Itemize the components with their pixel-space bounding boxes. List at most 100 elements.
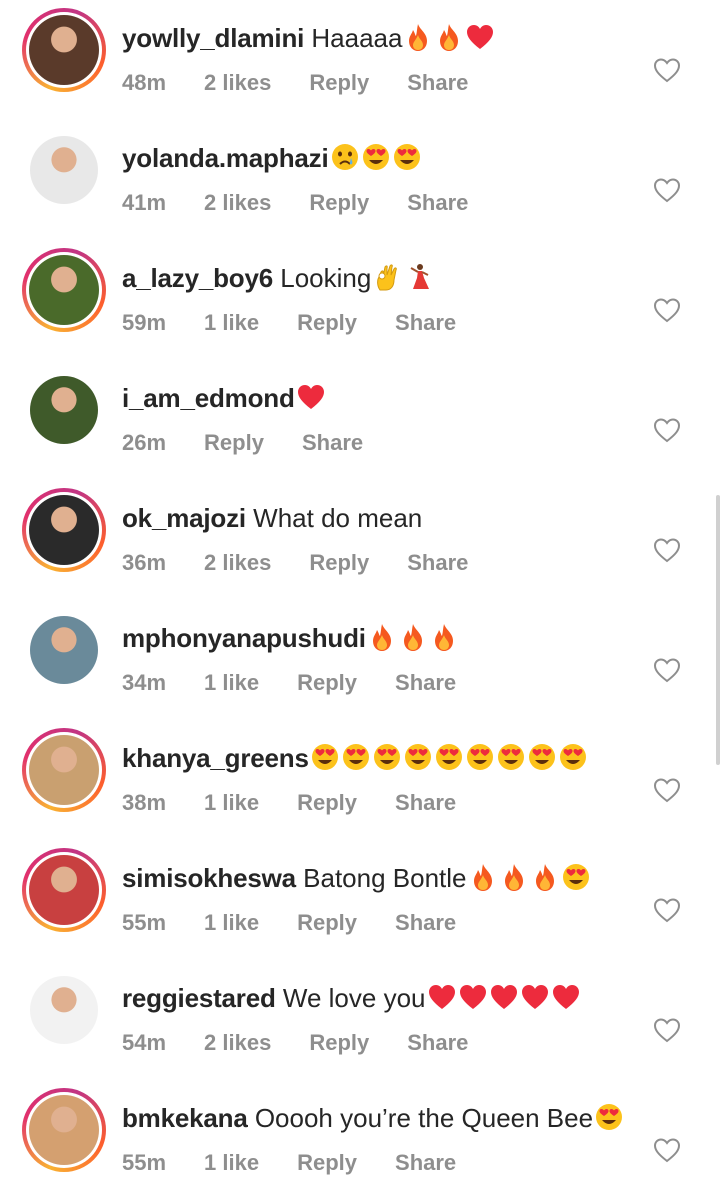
red-heart-emoji [459,985,486,1009]
likes-count[interactable]: 1 like [204,790,259,815]
comment-time: 26m [122,430,167,455]
comment-time: 36m [122,550,167,575]
like-heart-icon[interactable] [652,776,682,804]
red-heart-emoji [552,985,579,1009]
avatar[interactable] [22,968,106,1052]
comment-time: 34m [122,670,167,695]
comment-meta: 26m Reply Share [122,430,640,456]
like-heart-icon[interactable] [652,536,682,564]
likes-count[interactable]: 2 likes [204,190,271,215]
red-heart-emoji [521,985,548,1009]
avatar[interactable] [22,728,106,812]
like-heart-icon[interactable] [652,896,682,924]
reply-button[interactable]: Reply [297,1150,357,1175]
avatar[interactable] [22,1088,106,1172]
crying-face-emoji [331,144,358,170]
likes-count[interactable]: 1 like [204,1150,259,1175]
share-button[interactable]: Share [395,790,456,815]
reply-button[interactable]: Reply [309,1030,369,1055]
share-button[interactable]: Share [395,670,456,695]
reply-button[interactable]: Reply [204,430,264,455]
likes-count[interactable]: 1 like [204,310,259,335]
like-heart-icon[interactable] [652,296,682,324]
reply-button[interactable]: Reply [297,910,357,935]
comment-text: We love you [282,983,426,1013]
comment-time: 48m [122,70,167,95]
likes-count[interactable]: 1 like [204,670,259,695]
comment-meta: 55m 1 like Reply Share [122,1150,640,1176]
heart-eyes-emoji [342,744,369,770]
share-button[interactable]: Share [395,310,456,335]
comment-row: ok_majozi What do mean 36m 2 likes Reply Sha… [0,480,720,600]
share-button[interactable]: Share [407,550,468,575]
reply-button[interactable]: Reply [297,670,357,695]
comment-time: 55m [122,1150,167,1175]
avatar[interactable] [22,128,106,212]
likes-count[interactable]: 2 likes [204,1030,271,1055]
share-button[interactable]: Share [407,190,468,215]
comments-list: yowlly_dlamini Haaaaa 48m 2 likes Reply Shar… [0,0,720,1200]
comment-body: bmkekana Ooooh you’re the Queen Bee [122,1100,640,1136]
avatar[interactable] [22,488,106,572]
heart-eyes-emoji [404,744,431,770]
avatar[interactable] [22,848,106,932]
like-heart-icon[interactable] [652,1136,682,1164]
comment-username[interactable]: a_lazy_boy6 [122,263,273,293]
share-button[interactable]: Share [407,1030,468,1055]
comment-username[interactable]: yolanda.maphazi [122,143,329,173]
comment-meta: 54m 2 likes Reply Share [122,1030,640,1056]
comment-body: yowlly_dlamini Haaaaa [122,20,640,56]
red-heart-emoji [467,25,494,49]
comment-username[interactable]: mphonyanapushudi [122,623,366,653]
avatar[interactable] [22,248,106,332]
reply-button[interactable]: Reply [309,550,369,575]
comment-username[interactable]: khanya_greens [122,743,309,773]
heart-eyes-emoji [393,144,420,170]
avatar[interactable] [22,368,106,452]
like-heart-icon[interactable] [652,56,682,84]
reply-button[interactable]: Reply [297,790,357,815]
reply-button[interactable]: Reply [297,310,357,335]
share-button[interactable]: Share [302,430,363,455]
comment-username[interactable]: bmkekana [122,1103,248,1133]
heart-eyes-emoji [596,1104,623,1130]
comment-username[interactable]: i_am_edmond [122,383,295,413]
comment-body: a_lazy_boy6 Looking [122,260,640,296]
likes-count[interactable]: 1 like [204,910,259,935]
like-heart-icon[interactable] [652,1016,682,1044]
comment-body: khanya_greens [122,740,640,776]
ok-hand-emoji [377,264,398,291]
like-heart-icon[interactable] [652,416,682,444]
comment-username[interactable]: yowlly_dlamini [122,23,304,53]
avatar[interactable] [22,8,106,92]
comment-body: mphonyanapushudi [122,620,640,656]
fire-emoji [409,24,428,51]
fire-emoji [535,864,554,891]
heart-eyes-emoji [311,744,338,770]
comment-username[interactable]: ok_majozi [122,503,246,533]
avatar-photo [29,1095,99,1165]
reply-button[interactable]: Reply [309,70,369,95]
avatar[interactable] [22,608,106,692]
likes-count[interactable]: 2 likes [204,550,271,575]
share-button[interactable]: Share [407,70,468,95]
scrollbar[interactable] [716,495,720,765]
share-button[interactable]: Share [395,1150,456,1175]
like-heart-icon[interactable] [652,656,682,684]
comment-meta: 34m 1 like Reply Share [122,670,640,696]
avatar-photo [29,255,99,325]
share-button[interactable]: Share [395,910,456,935]
reply-button[interactable]: Reply [309,190,369,215]
likes-count[interactable]: 2 likes [204,70,271,95]
avatar-photo [30,136,98,204]
red-heart-emoji [490,985,517,1009]
like-heart-icon[interactable] [652,176,682,204]
comment-username[interactable]: simisokheswa [122,863,296,893]
heart-eyes-emoji [435,744,462,770]
heart-eyes-emoji [362,144,389,170]
fire-emoji [372,624,391,651]
comment-username[interactable]: reggiestared [122,983,276,1013]
comment-row: khanya_greens 38m 1 like Reply Share [0,720,720,840]
heart-eyes-emoji [497,744,524,770]
comment-meta: 41m 2 likes Reply Share [122,190,640,216]
